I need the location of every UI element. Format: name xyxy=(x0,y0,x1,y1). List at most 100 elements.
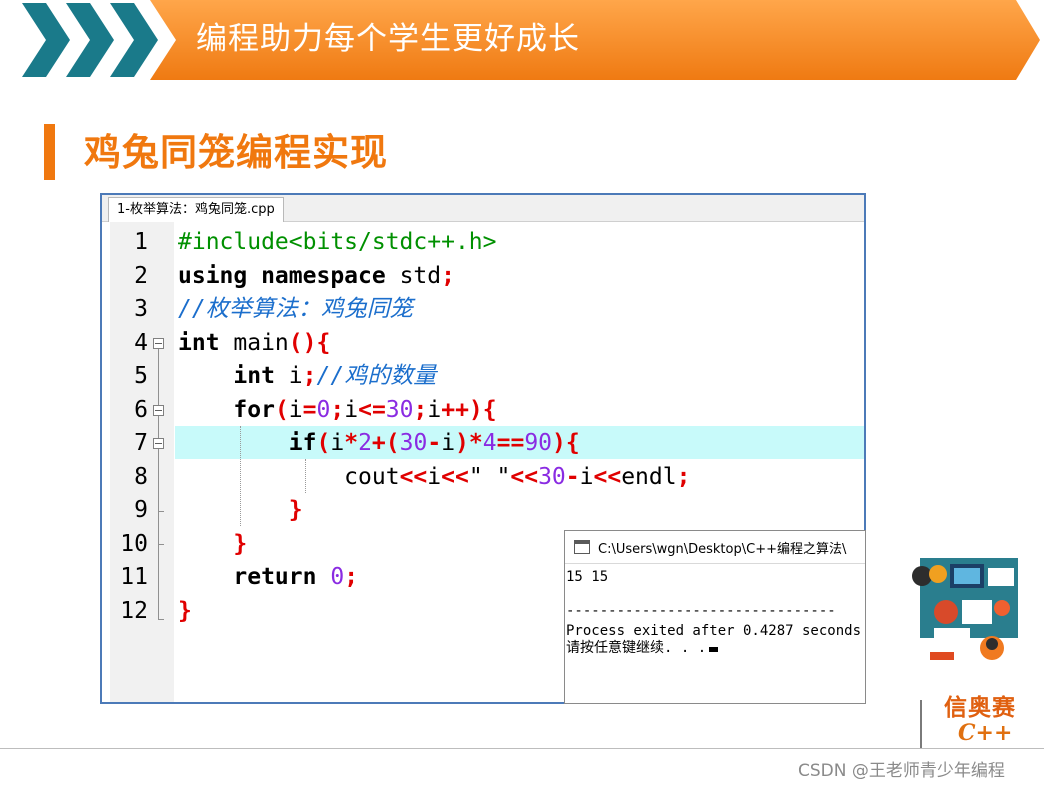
section-title: 鸡兔同笼编程实现 xyxy=(84,131,388,174)
code-line-9[interactable]: } xyxy=(178,494,303,528)
code-comment: //枚举算法：鸡兔同笼 xyxy=(178,296,413,322)
code-token: << xyxy=(510,463,539,490)
code-line-11[interactable]: return 0; xyxy=(178,561,358,595)
banner-chevrons xyxy=(22,3,158,77)
code-token: 0 xyxy=(316,564,345,590)
code-line-2[interactable]: using namespace std; xyxy=(178,260,455,294)
footer-rule xyxy=(0,748,1044,749)
code-token: ; xyxy=(676,463,691,490)
fold-toggle-icon[interactable] xyxy=(153,338,164,349)
line-number: 1 xyxy=(134,229,148,255)
code-token: i xyxy=(330,430,345,456)
line-number: 11 xyxy=(120,564,148,590)
fold-end-tick xyxy=(158,619,164,620)
code-token: int xyxy=(178,329,220,356)
line-number: 12 xyxy=(120,597,148,624)
code-token: int xyxy=(233,363,275,389)
code-token: ){ xyxy=(552,430,580,456)
section-accent-bar xyxy=(44,124,55,180)
code-token: <= xyxy=(358,396,386,423)
code-comment: //鸡的数量 xyxy=(316,363,437,389)
code-token: if xyxy=(288,430,317,456)
code-token: i xyxy=(579,463,594,490)
code-line-1[interactable]: #include<bits/stdc++.h> xyxy=(178,226,497,260)
code-token: +( xyxy=(371,430,400,456)
code-token: ; xyxy=(344,564,359,590)
code-line-12[interactable]: } xyxy=(178,595,192,629)
code-token: 4 xyxy=(482,430,497,456)
line-number: 2 xyxy=(134,262,148,289)
code-token: )* xyxy=(455,430,483,456)
line-number: 8 xyxy=(134,463,148,490)
code-token: return xyxy=(233,564,317,590)
fold-line xyxy=(158,449,159,619)
fold-end-tick xyxy=(158,544,164,545)
code-token: " " xyxy=(468,463,511,490)
code-token: cout xyxy=(344,463,400,490)
console-cursor xyxy=(709,647,719,652)
code-line-8[interactable]: cout<<i<<" "<<30-i<<endl; xyxy=(178,461,690,495)
line-number: 10 xyxy=(120,530,148,557)
console-separator: -------------------------------- xyxy=(566,603,836,619)
code-token: i xyxy=(288,396,303,423)
fold-end-tick xyxy=(158,511,164,512)
header-title: 编程助力每个学生更好成长 xyxy=(196,21,580,57)
code-token: } xyxy=(288,497,303,523)
line-number: 4 xyxy=(134,329,148,356)
console-output: 15 15 xyxy=(566,569,609,585)
code-token: i xyxy=(427,396,442,423)
console-window-icon xyxy=(574,540,590,554)
code-token: 90 xyxy=(524,430,553,456)
watermark: CSDN @王老师青少年编程 xyxy=(798,761,1005,781)
line-number: 6 xyxy=(134,396,148,423)
code-token: std xyxy=(385,262,442,289)
code-token: = xyxy=(302,396,317,423)
console-title: C:\Users\wgn\Desktop\C++编程之算法\ xyxy=(598,542,847,557)
console-prompt-text: 请按任意键继续. . . xyxy=(566,640,707,656)
code-token: ; xyxy=(441,262,455,289)
code-line-3[interactable]: //枚举算法：鸡兔同笼 xyxy=(178,293,413,327)
code-token: } xyxy=(233,530,248,557)
line-number: 7 xyxy=(134,430,148,456)
code-token: } xyxy=(178,597,192,624)
console-process-info: Process exited after 0.4287 seconds xyxy=(566,623,862,639)
logo-text: 信奥赛 xyxy=(944,694,1016,721)
code-line-5[interactable]: int i;//鸡的数量 xyxy=(178,360,436,394)
code-token: ; xyxy=(413,396,428,423)
console-window[interactable]: C:\Users\wgn\Desktop\C++编程之算法\ 15 15 ---… xyxy=(564,530,866,704)
logo-subtext: C++ xyxy=(958,720,1013,746)
code-token: #include<bits/stdc++.h> xyxy=(178,229,497,255)
editor-tab-file[interactable]: 1-枚举算法：鸡兔同笼.cpp xyxy=(108,197,284,222)
code-token: * xyxy=(344,430,359,456)
console-prompt: 请按任意键继续. . . xyxy=(566,640,719,657)
code-line-7[interactable]: if(i*2+(30-i)*4==90){ xyxy=(178,427,580,461)
code-token: main xyxy=(219,329,289,356)
code-token: << xyxy=(593,463,622,490)
code-token: 30 xyxy=(399,430,428,456)
line-number: 5 xyxy=(134,363,148,389)
line-number: 3 xyxy=(134,296,148,322)
logo-divider xyxy=(920,700,922,748)
code-token: 30 xyxy=(538,463,566,490)
code-token: ( xyxy=(316,430,331,456)
code-token: << xyxy=(441,463,469,490)
logo-illustration xyxy=(912,558,1018,660)
editor-tab-strip: 1-枚举算法：鸡兔同笼.cpp xyxy=(102,195,864,222)
code-token: ( xyxy=(274,396,289,423)
fold-toggle-icon[interactable] xyxy=(153,438,164,449)
fold-toggle-icon[interactable] xyxy=(153,405,164,416)
code-token: for xyxy=(233,396,275,423)
fold-line xyxy=(158,416,159,438)
code-token: << xyxy=(399,463,428,490)
code-line-10[interactable]: } xyxy=(178,528,247,562)
code-token: i xyxy=(274,363,303,389)
code-token: 30 xyxy=(385,396,414,423)
code-token: endl xyxy=(621,463,677,490)
console-titlebar[interactable]: C:\Users\wgn\Desktop\C++编程之算法\ xyxy=(565,531,865,564)
line-number: 9 xyxy=(134,497,148,523)
code-token: - xyxy=(427,430,442,456)
code-token: i xyxy=(344,396,359,423)
code-line-4[interactable]: int main(){ xyxy=(178,327,330,361)
code-line-6[interactable]: for(i=0;i<=30;i++){ xyxy=(178,394,497,428)
code-token: ++){ xyxy=(441,396,497,423)
